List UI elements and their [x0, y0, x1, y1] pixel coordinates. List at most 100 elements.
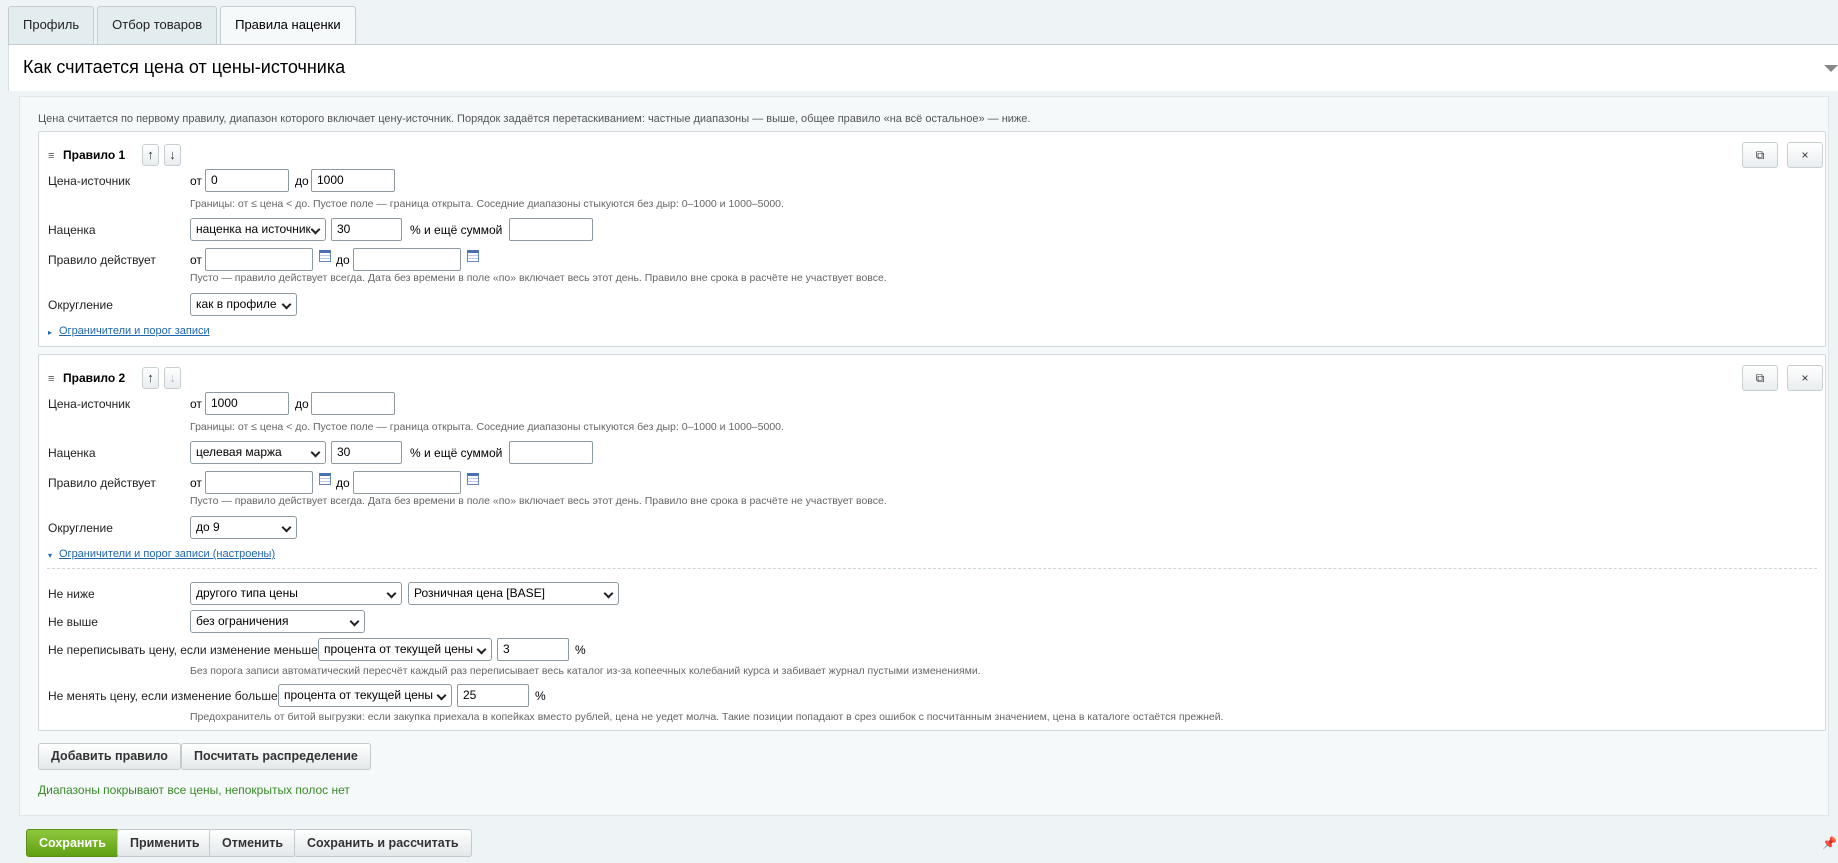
calendar-icon[interactable] [319, 250, 331, 262]
no-rewrite-type-select[interactable]: процента от текущей цены [318, 638, 492, 661]
rule-title: Правило 2 [63, 371, 126, 385]
date-from-input[interactable] [205, 471, 313, 494]
markup-percent-input[interactable]: 30 [331, 218, 402, 241]
markup-sum-input[interactable] [509, 441, 593, 464]
from-label: от [190, 174, 202, 188]
arrow-up-icon: ↑ [147, 147, 154, 162]
tab-profile[interactable]: Профиль [8, 6, 95, 44]
bounds-hint: Границы: от ≤ цена < до. Пустое поле — г… [190, 421, 784, 433]
delete-rule-button[interactable]: × [1787, 142, 1823, 168]
no-rewrite-label: Не переписывать цену, если изменение мен… [48, 643, 318, 657]
drag-handle-icon[interactable]: ≡ [48, 150, 54, 162]
markup-sum-input[interactable] [509, 218, 593, 241]
expand-arrow-icon: ▸ [48, 328, 53, 337]
add-rule-button[interactable]: Добавить правило [38, 743, 181, 770]
collapse-icon[interactable] [1824, 65, 1838, 72]
calendar-icon[interactable] [467, 473, 479, 485]
price-from-input[interactable]: 1000 [205, 392, 289, 415]
rule-title: Правило 1 [63, 148, 126, 162]
active-period-label: Правило действует [48, 253, 156, 267]
calendar-icon[interactable] [467, 250, 479, 262]
tab-markup-rules[interactable]: Правила наценки [220, 6, 356, 44]
markup-label: Наценка [48, 446, 96, 460]
no-rewrite-value-input[interactable]: 3 [497, 638, 569, 661]
date-to-input[interactable] [353, 248, 461, 271]
arrow-down-icon: ↓ [169, 147, 176, 162]
top-hint: Цена считается по первому правилу, диапа… [38, 113, 1031, 125]
date-from-label: от [190, 476, 202, 490]
rounding-label: Округление [48, 521, 113, 535]
rule-card-2: ≡ Правило 2 ↑ ↓ ⧉ × Цена-источник от 100… [38, 354, 1826, 731]
price-from-input[interactable]: 0 [205, 169, 289, 192]
price-to-input[interactable] [311, 392, 395, 415]
markup-rules-panel: Цена считается по первому правилу, диапа… [19, 96, 1829, 816]
section-header: Как считается цена от цены-источника [8, 45, 1838, 91]
rounding-select[interactable]: как в профиле [190, 293, 297, 316]
arrow-down-icon: ↓ [169, 370, 176, 385]
markup-type-select[interactable]: наценка на источник [190, 218, 326, 241]
markup-label: Наценка [48, 223, 96, 237]
move-up-button[interactable]: ↑ [142, 144, 159, 166]
no-change-type-select[interactable]: процента от текущей цены [278, 684, 452, 707]
copy-icon: ⧉ [1755, 148, 1765, 162]
collapse-arrow-icon: ▾ [48, 551, 53, 560]
to-label: до [295, 397, 309, 411]
from-label: от [190, 397, 202, 411]
not-higher-label: Не выше [48, 615, 98, 629]
duplicate-rule-button[interactable]: ⧉ [1742, 365, 1778, 391]
section-title: Как считается цена от цены-источника [23, 57, 346, 77]
tab-bar: Профиль Отбор товаров Правила наценки [8, 6, 356, 44]
close-icon: × [1801, 148, 1809, 162]
copy-icon: ⧉ [1755, 371, 1765, 385]
date-from-input[interactable] [205, 248, 313, 271]
not-lower-type-select[interactable]: другого типа цены [190, 582, 402, 605]
not-lower-price-select[interactable]: Розничная цена [BASE] [408, 582, 619, 605]
markup-percent-input[interactable]: 30 [331, 441, 402, 464]
limits-divider [47, 568, 1817, 569]
markup-type-select[interactable]: целевая маржа [190, 441, 326, 464]
drag-handle-icon[interactable]: ≡ [48, 373, 54, 385]
percent-sign: % [575, 643, 586, 657]
no-change-value-input[interactable]: 25 [457, 684, 529, 707]
no-change-hint: Предохранитель от битой выгрузки: если з… [190, 711, 1224, 723]
footer-bar: Сохранить Применить Отменить Сохранить и… [0, 820, 1838, 863]
date-from-label: от [190, 253, 202, 267]
active-period-label: Правило действует [48, 476, 156, 490]
bounds-hint: Границы: от ≤ цена < до. Пустое поле — г… [190, 198, 784, 210]
save-and-calc-button[interactable]: Сохранить и рассчитать [294, 829, 472, 857]
coverage-status: Диапазоны покрывают все цены, непокрытых… [38, 783, 350, 797]
not-higher-type-select[interactable]: без ограничения [190, 610, 365, 633]
save-button[interactable]: Сохранить [26, 829, 119, 857]
period-hint: Пусто — правило действует всегда. Дата б… [190, 495, 887, 507]
limits-link[interactable]: Ограничители и порог записи (настроены) [59, 548, 275, 560]
source-price-label: Цена-источник [48, 397, 131, 411]
percent-and-sum-label: % и ещё суммой [410, 223, 503, 237]
limits-link[interactable]: Ограничители и порог записи [59, 325, 210, 337]
not-lower-label: Не ниже [48, 587, 95, 601]
no-rewrite-hint: Без порога записи автоматический пересчё… [190, 665, 981, 677]
rounding-label: Округление [48, 298, 113, 312]
move-down-button[interactable]: ↓ [164, 367, 181, 389]
apply-button[interactable]: Применить [117, 829, 213, 857]
pin-icon[interactable]: 📌 [1822, 836, 1837, 850]
move-up-button[interactable]: ↑ [142, 367, 159, 389]
calendar-icon[interactable] [319, 473, 331, 485]
cancel-button[interactable]: Отменить [209, 829, 297, 857]
no-change-label: Не менять цену, если изменение больше [48, 689, 278, 703]
date-to-label: до [336, 476, 350, 490]
move-down-button[interactable]: ↓ [164, 144, 181, 166]
calc-distribution-button[interactable]: Посчитать распределение [181, 743, 371, 770]
arrow-up-icon: ↑ [147, 370, 154, 385]
percent-sign: % [535, 689, 546, 703]
date-to-label: до [336, 253, 350, 267]
to-label: до [295, 174, 309, 188]
percent-and-sum-label: % и ещё суммой [410, 446, 503, 460]
duplicate-rule-button[interactable]: ⧉ [1742, 142, 1778, 168]
rounding-select[interactable]: до 9 [190, 516, 297, 539]
delete-rule-button[interactable]: × [1787, 365, 1823, 391]
tab-product-selection[interactable]: Отбор товаров [97, 6, 218, 44]
date-to-input[interactable] [353, 471, 461, 494]
period-hint: Пусто — правило действует всегда. Дата б… [190, 272, 887, 284]
price-to-input[interactable]: 1000 [311, 169, 395, 192]
rule-card-1: ≡ Правило 1 ↑ ↓ ⧉ × Цена-источник от 0 д… [38, 131, 1826, 347]
